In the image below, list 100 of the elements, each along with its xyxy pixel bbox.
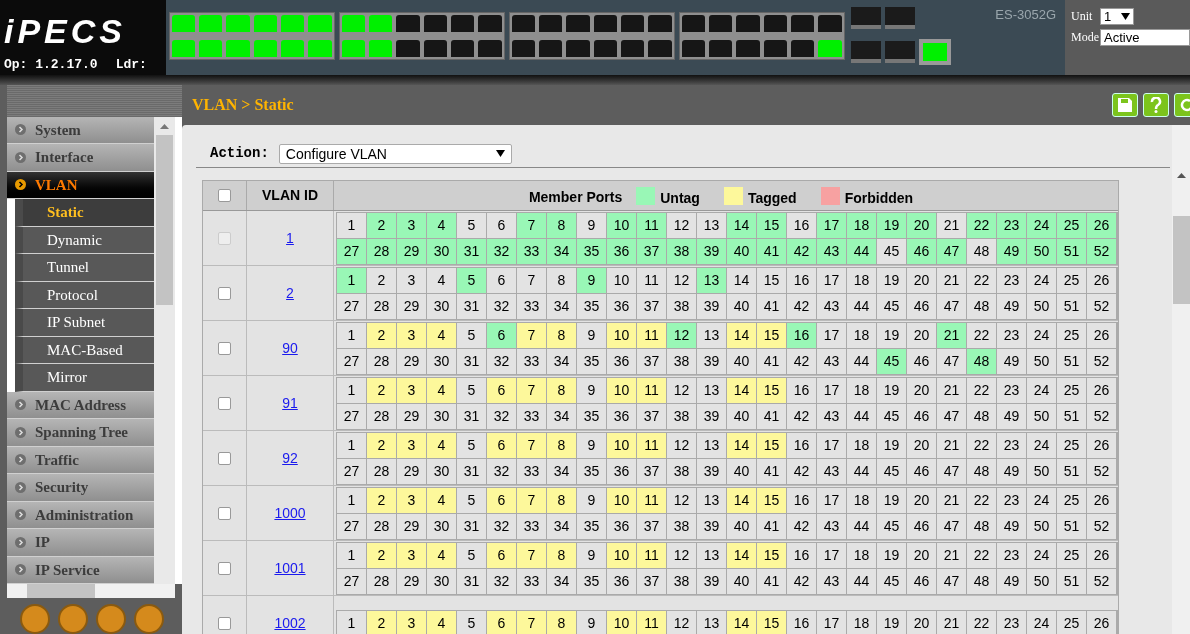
port-cell[interactable]: 15 (757, 542, 786, 568)
port-cell[interactable]: 46 (907, 403, 936, 429)
port-cell[interactable]: 50 (1027, 458, 1056, 484)
port-cell[interactable]: 44 (847, 513, 876, 539)
port-cell[interactable]: 31 (457, 348, 486, 374)
scroll-thumb[interactable] (27, 584, 95, 598)
sidebar-section[interactable]: MAC Address (7, 391, 154, 419)
port-cell[interactable]: 17 (817, 322, 846, 348)
port-cell[interactable]: 42 (787, 293, 816, 319)
port-cell[interactable]: 29 (397, 513, 426, 539)
port-cell[interactable]: 21 (937, 322, 966, 348)
port-cell[interactable]: 6 (487, 267, 516, 293)
port-cell[interactable]: 12 (667, 377, 696, 403)
port-cell[interactable]: 36 (607, 458, 636, 484)
port-cell[interactable]: 42 (787, 513, 816, 539)
port-cell[interactable]: 23 (997, 212, 1026, 238)
port-cell[interactable]: 46 (907, 458, 936, 484)
port-cell[interactable]: 30 (427, 513, 456, 539)
port-cell[interactable]: 17 (817, 610, 846, 634)
port-cell[interactable]: 48 (967, 348, 996, 374)
port-cell[interactable]: 41 (757, 403, 786, 429)
port-cell[interactable]: 36 (607, 513, 636, 539)
port-cell[interactable]: 39 (697, 293, 726, 319)
port-cell[interactable]: 7 (517, 212, 546, 238)
port-cell[interactable]: 27 (337, 403, 366, 429)
port-cell[interactable]: 40 (727, 293, 756, 319)
port-cell[interactable]: 26 (1087, 542, 1116, 568)
port-cell[interactable]: 4 (427, 267, 456, 293)
port-cell[interactable]: 2 (367, 487, 396, 513)
port-cell[interactable]: 6 (487, 432, 516, 458)
sidebar-section[interactable]: VLAN (7, 171, 154, 199)
port-cell[interactable]: 35 (577, 458, 606, 484)
port-cell[interactable]: 22 (967, 487, 996, 513)
port-cell[interactable]: 24 (1027, 610, 1056, 634)
port-cell[interactable]: 15 (757, 322, 786, 348)
port-cell[interactable]: 51 (1057, 238, 1086, 264)
port-cell[interactable]: 16 (787, 377, 816, 403)
row-checkbox[interactable] (218, 616, 231, 630)
port-cell[interactable]: 10 (607, 487, 636, 513)
port-cell[interactable]: 8 (547, 267, 576, 293)
port-cell[interactable]: 50 (1027, 568, 1056, 594)
port-cell[interactable]: 7 (517, 267, 546, 293)
vlan-id-link[interactable]: 92 (282, 447, 298, 469)
port-cell[interactable]: 32 (487, 568, 516, 594)
port-cell[interactable]: 2 (367, 542, 396, 568)
port-cell[interactable]: 51 (1057, 513, 1086, 539)
port-cell[interactable]: 49 (997, 293, 1026, 319)
port-cell[interactable]: 19 (877, 487, 906, 513)
port-cell[interactable]: 48 (967, 458, 996, 484)
row-checkbox[interactable] (218, 341, 231, 355)
port-cell[interactable]: 33 (517, 238, 546, 264)
port-cell[interactable]: 26 (1087, 267, 1116, 293)
port-cell[interactable]: 37 (637, 513, 666, 539)
port-cell[interactable]: 33 (517, 403, 546, 429)
port-cell[interactable]: 20 (907, 542, 936, 568)
port-cell[interactable]: 36 (607, 293, 636, 319)
port-cell[interactable]: 41 (757, 568, 786, 594)
port-cell[interactable]: 15 (757, 432, 786, 458)
port-cell[interactable]: 39 (697, 458, 726, 484)
port-cell[interactable]: 19 (877, 432, 906, 458)
port-cell[interactable]: 19 (877, 267, 906, 293)
sidebar-item[interactable]: Dynamic (15, 226, 154, 254)
port-cell[interactable]: 19 (877, 322, 906, 348)
port-cell[interactable]: 19 (877, 212, 906, 238)
port-cell[interactable]: 20 (907, 432, 936, 458)
port-cell[interactable]: 41 (757, 293, 786, 319)
port-cell[interactable]: 13 (697, 610, 726, 634)
port-cell[interactable]: 3 (397, 212, 426, 238)
port-cell[interactable]: 33 (517, 513, 546, 539)
sidebar-item[interactable]: Protocol (15, 281, 154, 309)
port-cell[interactable]: 26 (1087, 487, 1116, 513)
round-button[interactable] (96, 604, 126, 634)
port-cell[interactable]: 18 (847, 542, 876, 568)
port-cell[interactable]: 8 (547, 212, 576, 238)
port-cell[interactable]: 51 (1057, 293, 1086, 319)
port-cell[interactable]: 11 (637, 542, 666, 568)
port-cell[interactable]: 26 (1087, 212, 1116, 238)
port-cell[interactable]: 52 (1087, 403, 1116, 429)
port-cell[interactable]: 25 (1057, 322, 1086, 348)
port-cell[interactable]: 15 (757, 610, 786, 634)
port-cell[interactable]: 22 (967, 542, 996, 568)
port-cell[interactable]: 44 (847, 403, 876, 429)
port-cell[interactable]: 14 (727, 487, 756, 513)
row-checkbox[interactable] (218, 396, 231, 410)
port-cell[interactable]: 34 (547, 348, 576, 374)
port-cell[interactable]: 3 (397, 377, 426, 403)
port-cell[interactable]: 51 (1057, 458, 1086, 484)
port-cell[interactable]: 47 (937, 568, 966, 594)
port-cell[interactable]: 17 (817, 542, 846, 568)
port-cell[interactable]: 10 (607, 542, 636, 568)
port-cell[interactable]: 22 (967, 377, 996, 403)
action-select[interactable]: Configure VLAN (278, 143, 512, 164)
port-cell[interactable]: 2 (367, 610, 396, 634)
port-cell[interactable]: 1 (337, 212, 366, 238)
port-cell[interactable]: 28 (367, 568, 396, 594)
port-cell[interactable]: 4 (427, 542, 456, 568)
port-cell[interactable]: 48 (967, 293, 996, 319)
port-cell[interactable]: 30 (427, 458, 456, 484)
port-cell[interactable]: 43 (817, 568, 846, 594)
port-cell[interactable]: 45 (877, 348, 906, 374)
